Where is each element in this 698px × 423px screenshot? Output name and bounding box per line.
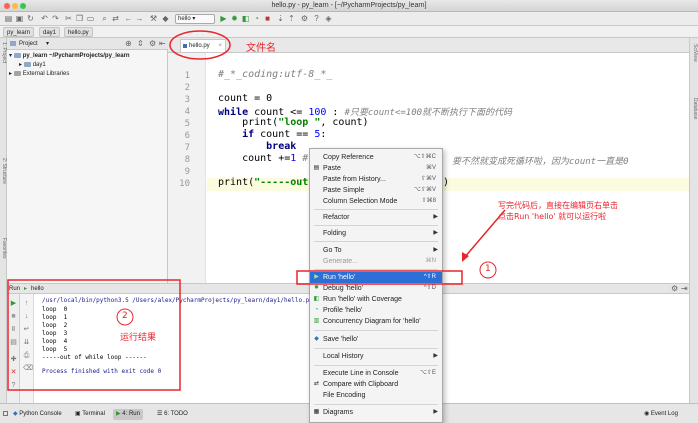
- instruction-annotation-line1: 写完代码后，直接在编辑页右单击: [498, 201, 618, 210]
- filename-annotation: 文件名: [246, 43, 276, 54]
- result-annotation: 运行结果: [120, 333, 157, 343]
- marker-2-label: 2: [122, 311, 128, 321]
- filename-highlight-ellipse: [169, 30, 231, 60]
- instruction-annotation-line2: 点击Run 'hello' 就可以运行啦: [498, 212, 607, 221]
- run-hello-highlight-box: [296, 270, 463, 285]
- pycharm-window: hello.py - py_learn - [~/PycharmProjects…: [0, 0, 698, 423]
- marker-1-label: 1: [485, 264, 491, 274]
